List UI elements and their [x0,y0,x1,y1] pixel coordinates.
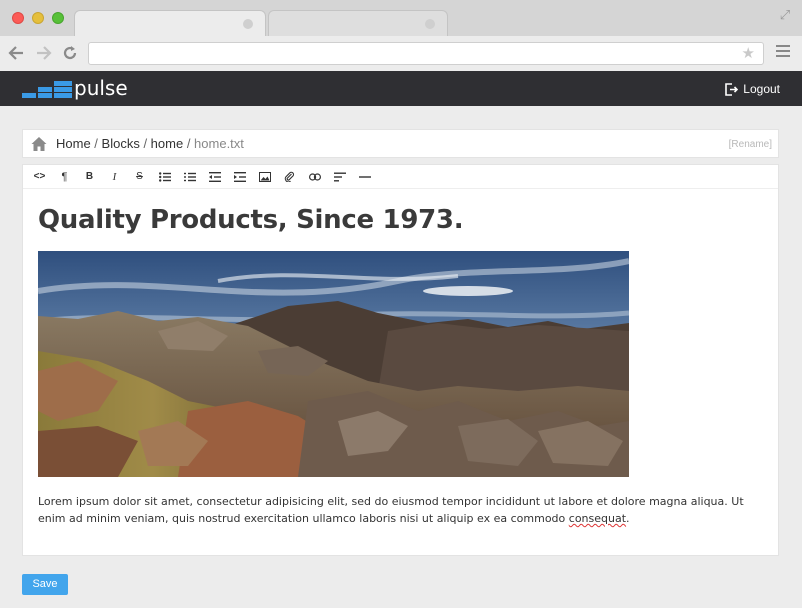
rename-link[interactable]: [Rename] [729,130,772,160]
breadcrumb: Home / Blocks / home / home.txt [56,130,244,158]
code-icon: <> [33,171,46,182]
paragraph-end: . [626,512,630,525]
unordered-list-icon [158,171,171,182]
tab-close-icon[interactable] [243,19,253,29]
indent-icon [233,171,246,182]
attach-file-button[interactable] [277,166,302,188]
ordered-list-icon [183,172,196,181]
content-editor: <> ¶ B I S Quality Products, Since 1973.… [22,164,779,556]
insert-image-button[interactable] [252,166,277,188]
save-button[interactable]: Save [22,574,68,595]
reload-icon[interactable] [60,42,80,64]
fullscreen-icon[interactable]: ⤢ [778,8,792,22]
ordered-list-button[interactable] [177,166,202,188]
breadcrumb-item-home[interactable]: Home [56,136,91,151]
window-close-button[interactable] [12,12,24,24]
breadcrumb-separator: / [90,136,102,151]
logout-icon [725,82,739,96]
breadcrumb-separator: / [139,136,151,151]
browser-tabstrip: ⤢ [0,0,802,36]
breadcrumb-item-home-block[interactable]: home [151,136,184,151]
link-icon [308,172,321,181]
window-minimize-button[interactable] [32,12,44,24]
forward-icon[interactable] [34,42,54,64]
browser-chrome: ⤢ ★ [0,0,802,71]
bookmark-star-icon[interactable]: ★ [742,44,755,64]
editor-toolbar: <> ¶ B I S [23,165,778,189]
italic-icon: I [112,170,117,183]
mountain-landscape-image [38,251,629,477]
alignment-button[interactable] [327,166,352,188]
browser-toolbar: ★ [0,36,802,71]
browser-tab-active[interactable] [74,10,266,36]
code-view-button[interactable]: <> [27,166,52,188]
breadcrumb-item-blocks[interactable]: Blocks [102,136,140,151]
breadcrumb-bar: Home / Blocks / home / home.txt [Rename] [22,129,779,158]
image-icon [258,171,271,182]
italic-button[interactable]: I [102,166,127,188]
content-paragraph: Lorem ipsum dolor sit amet, consectetur … [38,493,758,527]
back-icon[interactable] [6,42,26,64]
logout-button[interactable]: Logout [725,80,780,98]
paperclip-icon [284,171,295,182]
home-icon[interactable] [31,136,47,152]
browser-tab[interactable] [268,10,448,36]
editor-content[interactable]: Quality Products, Since 1973. Lorem ipsu… [38,203,758,525]
breadcrumb-current-file: home.txt [194,136,244,151]
insert-link-button[interactable] [302,166,327,188]
bold-button[interactable]: B [77,166,102,188]
bold-icon: B [85,171,94,182]
content-heading: Quality Products, Since 1973. [38,205,464,235]
logout-label: Logout [743,82,780,96]
unordered-list-button[interactable] [152,166,177,188]
outdent-button[interactable] [202,166,227,188]
pulse-logo[interactable]: pulse [22,77,142,99]
align-icon [333,172,346,181]
misspelled-word[interactable]: consequat [569,512,626,525]
browser-menu-icon[interactable] [776,45,790,59]
paragraph-button[interactable]: ¶ [52,166,77,188]
address-bar[interactable]: ★ [88,42,764,65]
window-zoom-button[interactable] [52,12,64,24]
horizontal-rule-button[interactable] [352,166,377,188]
strikethrough-icon: S [136,171,143,182]
tab-close-icon[interactable] [425,19,435,29]
app-header: pulse Logout [0,71,802,106]
indent-button[interactable] [227,166,252,188]
breadcrumb-separator: / [183,136,195,151]
paragraph-icon: ¶ [61,170,68,183]
outdent-icon [208,171,221,182]
logo-bars-icon [22,81,72,98]
hr-icon [358,175,371,178]
paragraph-text: Lorem ipsum dolor sit amet, consectetur … [38,495,744,525]
logo-text: pulse [74,76,128,100]
strikethrough-button[interactable]: S [127,166,152,188]
